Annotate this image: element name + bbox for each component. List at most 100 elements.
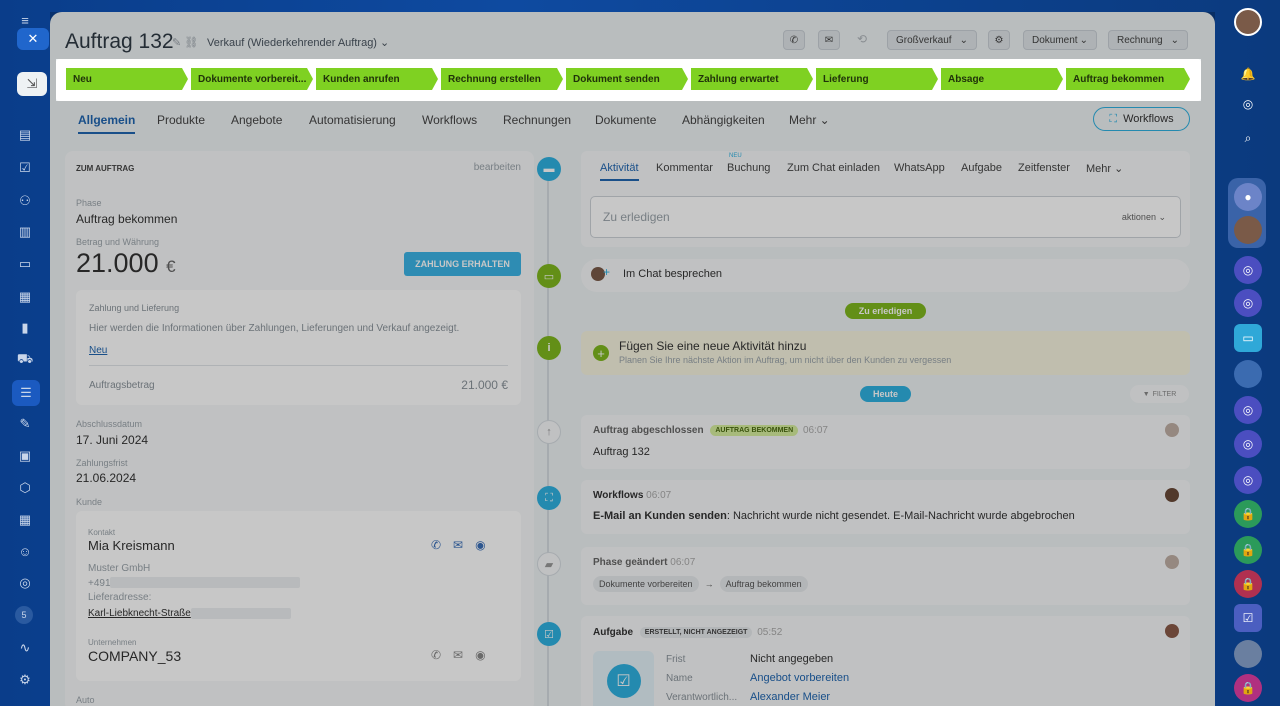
tab-documents[interactable]: Dokumente	[595, 112, 656, 128]
edit-pencil-icon[interactable]: ✎ ⛓	[172, 36, 198, 49]
event-time: 05:52	[757, 627, 783, 639]
mail-button[interactable]: ✉	[818, 30, 840, 50]
tab-automation[interactable]: Automatisierung	[309, 112, 396, 128]
cart-icon[interactable]: ⛟	[15, 350, 35, 370]
bucket-icon[interactable]: ◎	[15, 573, 35, 593]
wave-icon[interactable]: ∿	[15, 638, 35, 658]
card-icon[interactable]: ▭	[15, 254, 35, 274]
tab-timeslot[interactable]: Zeitfenster	[1018, 162, 1070, 174]
add-activity-card[interactable]: + Fügen Sie eine neue Aktivität hinzu Pl…	[581, 331, 1190, 375]
bot-icon[interactable]: ☺	[15, 541, 35, 561]
chat-icon[interactable]: ◎	[1234, 430, 1262, 458]
stage-item[interactable]: Dokument senden	[566, 68, 688, 90]
tab-dependencies[interactable]: Abhängigkeiten	[682, 112, 765, 128]
tab-booking[interactable]: Buchung	[727, 162, 770, 174]
chat-icon[interactable]: ◎	[1234, 289, 1262, 317]
task-name[interactable]: Angebot vorbereiten	[750, 672, 849, 684]
workflows-button[interactable]: ⛶ Workflows	[1093, 107, 1190, 131]
edit-link[interactable]: bearbeiten	[474, 162, 521, 173]
list-icon[interactable]: ✎	[15, 414, 35, 434]
contact-name[interactable]: Mia Kreismann	[88, 538, 175, 553]
stage-item[interactable]: Absage	[941, 68, 1063, 90]
lock-icon[interactable]: 🔒	[1234, 570, 1262, 598]
target-icon[interactable]: ◎	[1234, 90, 1262, 118]
grid-icon[interactable]: ⇲	[17, 72, 47, 96]
calendar-icon[interactable]: ▦	[15, 510, 35, 530]
tab-general[interactable]: Allgemein	[78, 112, 136, 134]
stage-item[interactable]: Auftrag bekommen	[1066, 68, 1190, 90]
tab-offers[interactable]: Angebote	[231, 112, 282, 128]
tab-products[interactable]: Produkte	[157, 112, 205, 128]
stage-item[interactable]: Lieferung	[816, 68, 938, 90]
chat-discuss-row[interactable]: + Im Chat besprechen	[581, 259, 1190, 292]
close-icon[interactable]: ✕	[17, 28, 49, 50]
lock-icon[interactable]: 🔒	[1234, 536, 1262, 564]
responsible-value[interactable]: Alexander Meier	[750, 691, 830, 703]
stage-item[interactable]: Neu	[66, 68, 188, 90]
todo-input[interactable]: Zu erledigen aktionen ⌄	[590, 196, 1181, 238]
user-avatar[interactable]	[1234, 8, 1262, 36]
gear-icon[interactable]: ⚙	[988, 30, 1010, 50]
people-icon[interactable]: ⚇	[15, 191, 35, 211]
tab-comment[interactable]: Kommentar	[656, 162, 713, 174]
chat-icon[interactable]: ◎	[1234, 466, 1262, 494]
contact-actions[interactable]: ✆✉◉	[431, 538, 498, 552]
document-button[interactable]: Dokument ⌄	[1023, 30, 1097, 50]
stage-item[interactable]: Zahlung erwartet	[691, 68, 813, 90]
contact-avatar[interactable]	[1234, 216, 1262, 244]
tab-activity[interactable]: Aktivität	[600, 162, 639, 181]
chat-icon[interactable]: ●	[1234, 183, 1262, 211]
filter-button[interactable]: ▼ FILTER	[1130, 385, 1189, 403]
company-name[interactable]: COMPANY_53	[88, 648, 181, 664]
menu-icon[interactable]: ≡	[15, 10, 35, 30]
tab-more[interactable]: Mehr ⌄	[789, 112, 830, 128]
tab-workflows[interactable]: Workflows	[422, 112, 477, 128]
search-icon[interactable]: ⌕	[1234, 124, 1262, 152]
group-avatar[interactable]	[1234, 360, 1262, 388]
phone-value[interactable]: +491	[88, 578, 111, 589]
task-icon[interactable]: ☑	[1234, 604, 1262, 632]
tab-invoices[interactable]: Rechnungen	[503, 112, 571, 128]
stage-item[interactable]: Dokumente vorbereit...	[191, 68, 313, 90]
address-label: Lieferadresse:	[88, 592, 152, 603]
counter-icon[interactable]: 5	[15, 606, 33, 624]
chat-icon[interactable]: ▭	[1234, 324, 1262, 352]
sync-icon[interactable]: ⟲	[857, 32, 867, 46]
price-list-select[interactable]: Großverkauf ⌄	[887, 30, 977, 50]
inbox-icon[interactable]: ▣	[15, 446, 35, 466]
invoice-button[interactable]: Rechnung ⌄	[1108, 30, 1188, 50]
feed-icon[interactable]: ▤	[15, 125, 35, 145]
tab-invite-chat[interactable]: Zum Chat einladen	[787, 162, 880, 174]
stage-item[interactable]: Kunden anrufen	[316, 68, 438, 90]
lock-icon[interactable]: 🔒	[1234, 674, 1262, 702]
add-activity-icon[interactable]: +	[593, 345, 609, 361]
tab-more-activity[interactable]: Mehr ⌄	[1086, 162, 1123, 175]
analytics-icon[interactable]: ▮	[15, 318, 35, 338]
chart-icon[interactable]: ▦	[15, 287, 35, 307]
company-line: Muster GmbH	[88, 563, 151, 574]
tab-bar: Allgemein Produkte Angebote Automatisier…	[50, 112, 1215, 148]
new-tag: NEU	[729, 153, 742, 159]
stage-item[interactable]: Rechnung erstellen	[441, 68, 563, 90]
actions-dropdown[interactable]: aktionen ⌄	[1122, 212, 1166, 223]
lock-icon[interactable]: 🔒	[1234, 500, 1262, 528]
address-value[interactable]: Karl-Liebknecht-Straße	[88, 608, 191, 619]
tasks-icon[interactable]: ☑	[15, 158, 35, 178]
box-icon[interactable]: ⬡	[15, 478, 35, 498]
docs-icon[interactable]: ▥	[15, 222, 35, 242]
group-avatar[interactable]	[1234, 640, 1262, 668]
chat-icon[interactable]: ◎	[1234, 256, 1262, 284]
filter-icon[interactable]: ☰	[12, 380, 40, 406]
bell-icon[interactable]: 🔔	[1234, 60, 1262, 88]
receive-payment-button[interactable]: ZAHLUNG ERHALTEN	[404, 252, 521, 276]
tab-whatsapp[interactable]: WhatsApp	[894, 162, 945, 174]
settings-icon[interactable]: ⚙	[15, 670, 35, 690]
pipeline-selector[interactable]: Verkauf (Wiederkehrender Auftrag) ⌄	[207, 36, 389, 49]
company-actions[interactable]: ✆✉◉	[431, 648, 498, 662]
chat-icon[interactable]: ◎	[1234, 396, 1262, 424]
invoice-label: Rechnung	[1117, 34, 1163, 46]
tab-task[interactable]: Aufgabe	[961, 162, 1002, 174]
payment-info: Hier werden die Informationen über Zahlu…	[89, 323, 460, 334]
new-payment-link[interactable]: Neu	[89, 345, 107, 356]
phone-button[interactable]: ✆	[783, 30, 805, 50]
